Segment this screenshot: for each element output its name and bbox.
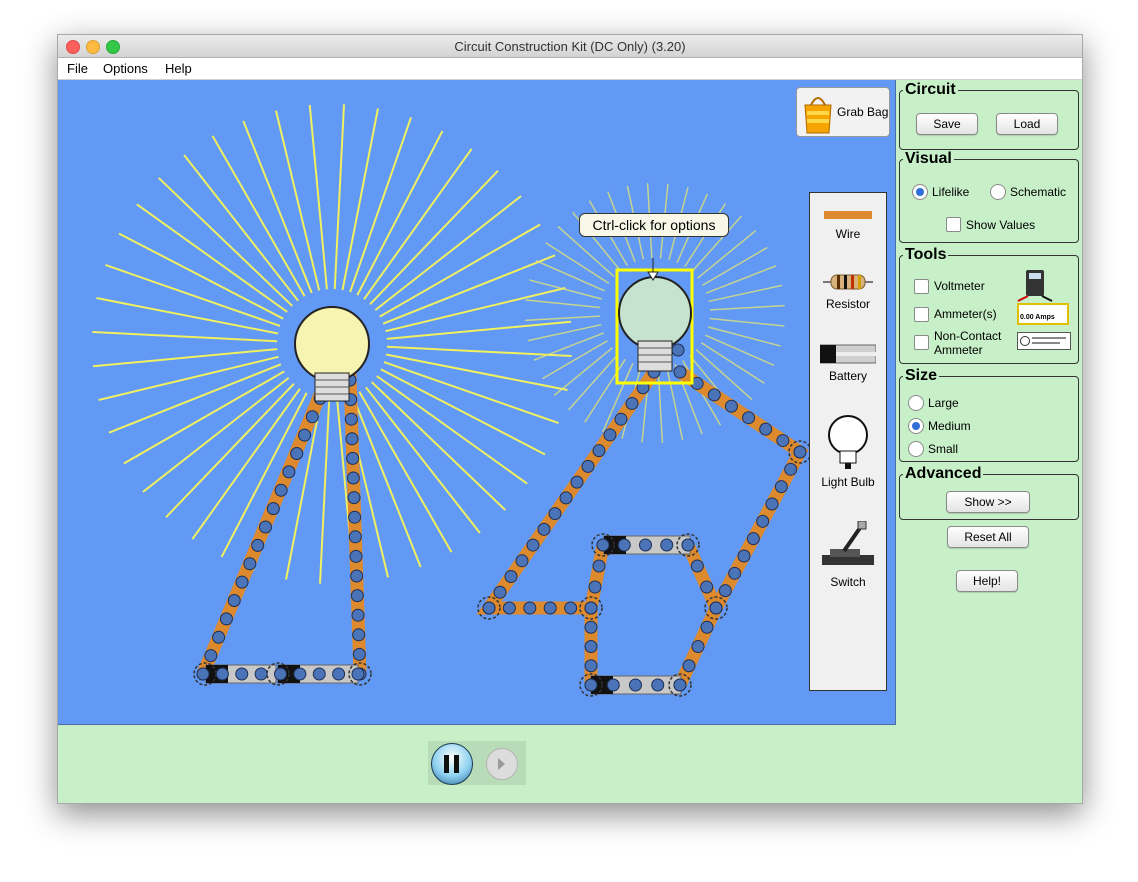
tools-title: Tools [903,246,949,264]
advanced-group: Advanced Show >> [899,465,1079,520]
save-button[interactable]: Save [916,113,978,135]
step-button[interactable] [486,748,518,780]
load-button[interactable]: Load [996,113,1058,135]
ammeter-readout: 0.00 Amps [1020,314,1055,321]
size-group: Size Large Medium Small [899,367,1079,462]
menu-file[interactable]: File [67,61,88,76]
wire-tool[interactable]: Wire [810,203,886,245]
light-bulb-right[interactable] [615,258,694,385]
size-title: Size [903,367,940,385]
light-bulb-left[interactable] [294,306,370,402]
control-panel: Circuit Save Load Visual Lifelike Schema… [896,80,1082,803]
ammeters-label: Ammeter(s) [934,307,997,321]
play-area[interactable]: Ctrl-click for options Grab Bag Wire Res… [58,80,896,725]
visual-group: Visual Lifelike Schematic Show Values [899,150,1079,243]
grab-bag-label: Grab Bag [837,105,889,119]
advanced-title: Advanced [903,465,984,483]
resistor-tool[interactable]: Resistor [810,269,886,317]
menu-options[interactable]: Options [103,61,148,76]
switch-tool[interactable]: Switch [810,521,886,593]
window-title: Circuit Construction Kit (DC Only) (3.20… [454,39,686,54]
ammeter-icon: 0.00 Amps [1017,303,1069,325]
reset-all-button[interactable]: Reset All [947,526,1029,548]
playback-bar [58,725,896,803]
switch-label: Switch [830,575,866,589]
noncontact-ammeter-checkbox[interactable] [914,335,929,350]
resistor-label: Resistor [825,297,870,311]
grab-bag-button[interactable]: Grab Bag [796,87,890,137]
schematic-label: Schematic [1010,185,1067,199]
voltmeter-checkbox[interactable] [914,279,929,294]
electrons [196,299,807,692]
voltmeter-label: Voltmeter [934,279,985,293]
schematic-radio[interactable] [990,184,1006,200]
size-large-radio[interactable] [908,395,924,411]
help-button[interactable]: Help! [956,570,1018,592]
light-bulb-icon [828,415,868,469]
resistor-icon [823,274,873,290]
circuit-group: Circuit Save Load [899,81,1079,150]
show-values-label: Show Values [966,218,1036,232]
size-medium-label: Medium [928,419,971,433]
options-tooltip: Ctrl-click for options [579,213,729,237]
noncontact-ammeter-icon [1017,332,1071,350]
circuit-title: Circuit [903,81,958,99]
size-small-label: Small [928,442,959,456]
visual-title: Visual [903,150,954,168]
app-window: Circuit Construction Kit (DC Only) (3.20… [57,34,1083,804]
noncontact-label-line1: Non-Contact [934,329,1002,343]
size-large-label: Large [928,396,959,410]
light-bulb-tool[interactable]: Light Bulb [810,413,886,493]
show-values-checkbox[interactable] [946,217,961,232]
circuit-canvas [92,104,812,697]
grab-bag-icon [804,97,832,134]
size-medium-radio[interactable] [908,418,924,434]
menu-help[interactable]: Help [165,61,192,76]
battery-label: Battery [828,369,867,383]
component-toolbox: Wire Resistor Battery Light Bulb Switch [809,192,887,691]
title-bar: Circuit Construction Kit (DC Only) (3.20… [58,35,1082,58]
pause-button[interactable] [431,743,473,785]
show-advanced-button[interactable]: Show >> [946,491,1030,513]
lifelike-label: Lifelike [932,185,970,199]
noncontact-label-line2: Ammeter [934,343,983,357]
size-small-radio[interactable] [908,441,924,457]
voltmeter-icon [1017,270,1053,302]
wire-label: Wire [835,227,861,241]
battery-tool[interactable]: Battery [810,341,886,389]
menu-bar: File Options Help [58,58,1082,80]
battery-icon [820,344,876,364]
light-bulb-label: Light Bulb [821,475,875,489]
tools-group: Tools Voltmeter Ammeter(s) 0.00 Amps Non… [899,246,1079,364]
step-icon [498,758,505,770]
wire-icon [824,211,872,219]
pause-icon [444,755,460,773]
switch-icon [822,521,874,565]
lifelike-radio[interactable] [912,184,928,200]
ammeters-checkbox[interactable] [914,307,929,322]
